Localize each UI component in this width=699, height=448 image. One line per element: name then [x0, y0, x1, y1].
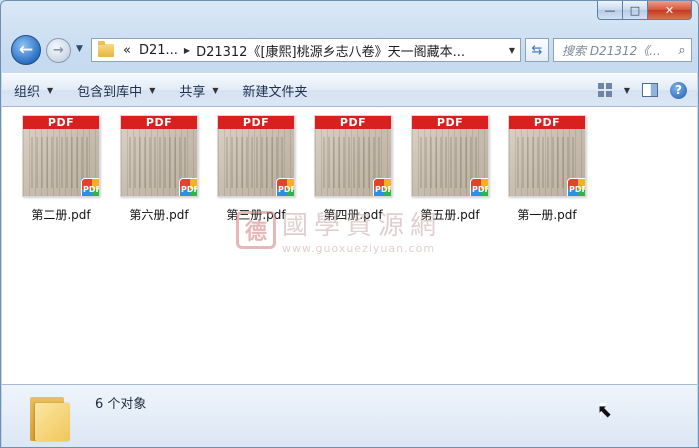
- maximize-button[interactable]: □: [623, 1, 648, 20]
- address-bar[interactable]: « D21... ▶ D21312《[康熙]桃源乡志八卷》天一阁藏本... ▼: [91, 38, 521, 62]
- watermark-text: 國學資源網 www.guoxueziyuan.com: [282, 205, 442, 255]
- mouse-cursor-icon: [597, 401, 612, 422]
- watermark-url: www.guoxueziyuan.com: [282, 242, 436, 255]
- breadcrumb-overflow[interactable]: «: [119, 43, 135, 58]
- file-name: 第二册.pdf: [31, 208, 91, 222]
- pdf-app-icon: PDF: [179, 178, 197, 196]
- chevron-down-icon: ▼: [47, 85, 54, 95]
- include-in-library-menu[interactable]: 包含到库中 ▼: [65, 74, 167, 106]
- minimize-button[interactable]: —: [597, 1, 623, 20]
- file-item[interactable]: PDF PDF 第一册.pdf: [502, 115, 592, 223]
- folder-icon: [30, 393, 70, 441]
- pdf-app-icon: PDF: [276, 178, 294, 196]
- help-icon[interactable]: ?: [670, 81, 687, 99]
- file-name: 第六册.pdf: [129, 208, 189, 222]
- organize-menu[interactable]: 组织 ▼: [2, 74, 65, 106]
- pdf-thumbnail: PDF PDF: [314, 115, 392, 197]
- pdf-thumbnail: PDF PDF: [22, 115, 100, 197]
- command-bar: 组织 ▼ 包含到库中 ▼ 共享 ▼ 新建文件夹 ▼ ?: [2, 73, 697, 107]
- pdf-header: PDF: [218, 116, 294, 129]
- pdf-header: PDF: [121, 116, 197, 129]
- breadcrumb-separator-icon[interactable]: ▶: [182, 46, 192, 55]
- explorer-window: — □ ✕ ← → ▼ « D21... ▶ D21312《[康熙]桃源乡志八卷…: [0, 0, 699, 448]
- pdf-app-icon: PDF: [567, 178, 585, 196]
- folder-icon: [98, 40, 114, 57]
- watermark-cn: 國學資源網: [282, 211, 443, 241]
- file-item[interactable]: PDF PDF 第二册.pdf: [16, 115, 106, 223]
- back-button[interactable]: ←: [11, 35, 41, 65]
- preview-pane-icon[interactable]: [642, 83, 658, 97]
- recent-pages-dropdown[interactable]: ▼: [76, 44, 83, 54]
- caption-buttons: — □ ✕: [597, 1, 692, 20]
- organize-label: 组织: [14, 84, 41, 100]
- chevron-down-icon: ▼: [212, 85, 219, 95]
- new-folder-button[interactable]: 新建文件夹: [231, 74, 320, 106]
- change-view-icon[interactable]: [597, 83, 612, 97]
- navigation-bar: ← → ▼ « D21... ▶ D21312《[康熙]桃源乡志八卷》天一阁藏本…: [9, 34, 692, 68]
- pdf-header: PDF: [412, 116, 488, 129]
- search-box[interactable]: 搜索 D21312《... ⌕: [553, 38, 692, 62]
- close-button[interactable]: ✕: [648, 1, 692, 20]
- breadcrumb-parent[interactable]: D21...: [135, 43, 182, 58]
- pdf-thumbnail: PDF PDF: [120, 115, 198, 197]
- search-icon[interactable]: ⌕: [673, 43, 691, 58]
- details-pane: 6 个对象: [2, 384, 697, 447]
- pdf-header: PDF: [23, 116, 99, 129]
- pdf-thumbnail: PDF PDF: [217, 115, 295, 197]
- pdf-app-icon: PDF: [373, 178, 391, 196]
- include-library-label: 包含到库中: [77, 84, 143, 100]
- view-options-dropdown-icon[interactable]: ▼: [624, 86, 630, 95]
- item-count: 6 个对象: [95, 397, 147, 412]
- pdf-thumbnail: PDF PDF: [411, 115, 489, 197]
- file-list: PDF PDF 第二册.pdf PDF PDF 第六册.pdf PDF PDF …: [2, 107, 697, 384]
- new-folder-label: 新建文件夹: [242, 84, 308, 100]
- watermark: 德 國學資源網 www.guoxueziyuan.com: [236, 205, 442, 255]
- pdf-header: PDF: [315, 116, 391, 129]
- watermark-seal: 德: [236, 211, 276, 249]
- file-item[interactable]: PDF PDF 第六册.pdf: [114, 115, 204, 223]
- file-name: 第一册.pdf: [517, 208, 577, 222]
- search-input[interactable]: 搜索 D21312《...: [554, 42, 673, 59]
- chevron-down-icon: ▼: [149, 85, 156, 95]
- share-menu[interactable]: 共享 ▼: [167, 74, 230, 106]
- breadcrumb-current[interactable]: D21312《[康熙]桃源乡志八卷》天一阁藏本...: [192, 41, 469, 60]
- pdf-app-icon: PDF: [81, 178, 99, 196]
- pdf-app-icon: PDF: [470, 178, 488, 196]
- address-dropdown-icon[interactable]: ▼: [504, 46, 520, 55]
- pdf-header: PDF: [509, 116, 585, 129]
- refresh-button[interactable]: ⇆: [525, 38, 549, 62]
- pdf-thumbnail: PDF PDF: [508, 115, 586, 197]
- forward-button[interactable]: →: [46, 38, 71, 63]
- share-label: 共享: [179, 84, 206, 100]
